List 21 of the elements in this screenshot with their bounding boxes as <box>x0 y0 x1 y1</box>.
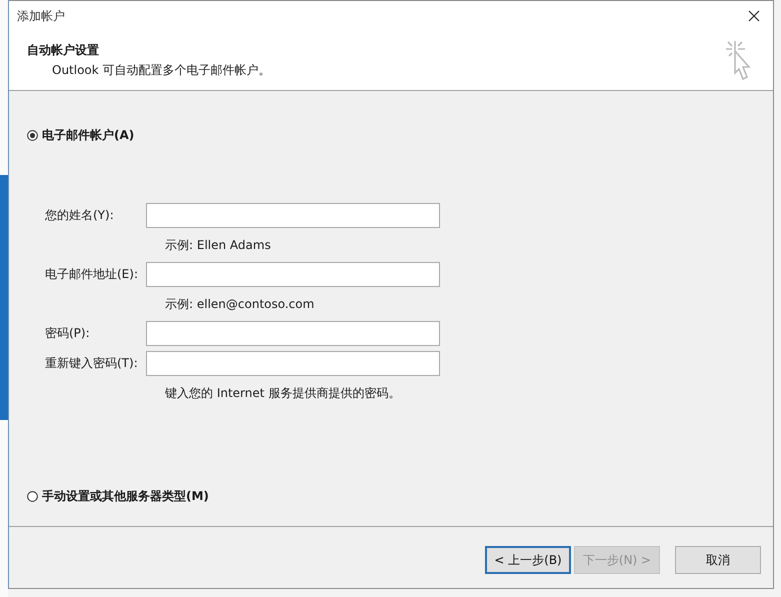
section-title: 自动帐户设置 <box>27 42 100 59</box>
dialog-button[interactable]: < 上一步(B) <box>485 546 571 574</box>
field-hint: 示例: Ellen Adams <box>165 237 272 254</box>
radio-label[interactable]: 电子邮件帐户(A) <box>42 127 134 144</box>
section-subtitle: Outlook 可自动配置多个电子邮件帐户。 <box>51 62 271 79</box>
field-label: 您的姓名(Y): <box>45 207 115 224</box>
radio-button[interactable] <box>27 491 38 502</box>
field-hint: 示例: ellen@contoso.com <box>165 296 316 313</box>
dialog-button[interactable]: 取消 <box>675 546 761 574</box>
field-label: 电子邮件地址(E): <box>45 266 139 283</box>
input-field[interactable] <box>146 203 440 228</box>
field-label: 密码(P): <box>45 325 91 342</box>
field-label: 重新键入密码(T): <box>45 355 139 372</box>
radio-label[interactable]: 手动设置或其他服务器类型(M) <box>42 488 209 505</box>
window-title: 添加帐户 <box>17 8 65 24</box>
field-hint: 键入您的 Internet 服务提供商提供的密码。 <box>165 385 402 402</box>
radio-button[interactable] <box>27 130 38 141</box>
input-field[interactable] <box>146 321 440 346</box>
input-field[interactable] <box>146 262 440 287</box>
close-icon[interactable] <box>747 9 761 23</box>
input-field[interactable] <box>146 351 440 376</box>
